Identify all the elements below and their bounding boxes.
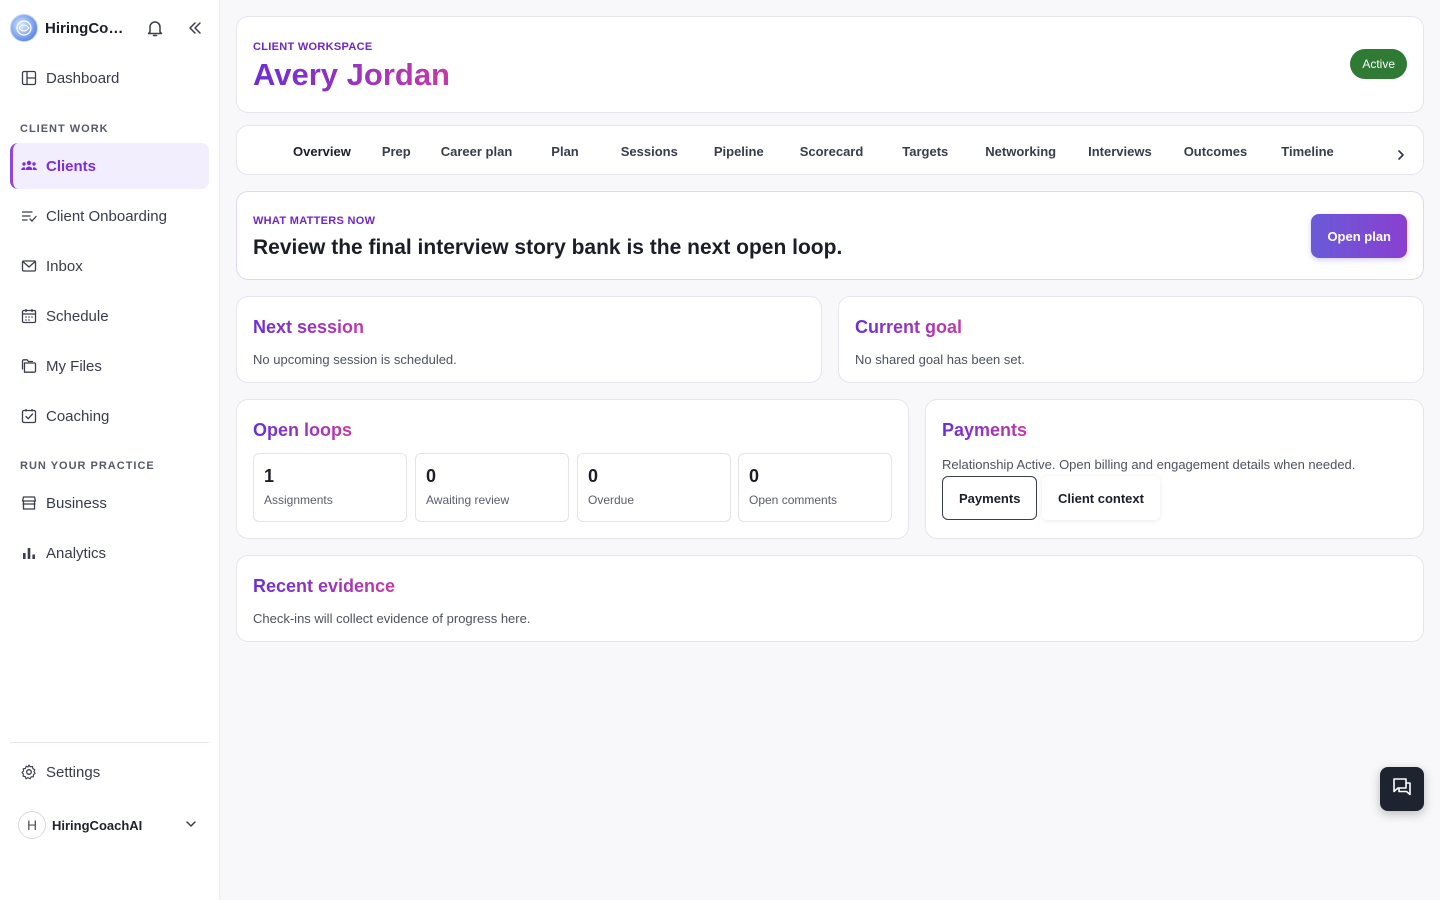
brand[interactable]: HiringCoachAI — [10, 13, 210, 43]
nav-my-files[interactable]: My Files — [10, 343, 209, 389]
stat-open-comments[interactable]: 0 Open comments — [738, 453, 892, 522]
bar-chart-icon — [20, 544, 38, 562]
nav-clients[interactable]: Clients — [10, 143, 209, 189]
mail-icon — [20, 257, 38, 275]
stat-awaiting-review[interactable]: 0 Awaiting review — [415, 453, 569, 522]
nav-coaching[interactable]: Coaching — [10, 393, 209, 439]
avatar: H — [18, 811, 46, 839]
current-goal-title: Current goal — [855, 317, 963, 337]
tab-pipeline[interactable]: Pipeline — [696, 126, 782, 174]
chat-icon — [1391, 776, 1413, 803]
nav-dashboard-label: Dashboard — [46, 69, 120, 87]
users-icon — [20, 157, 38, 175]
nav-settings-label: Settings — [46, 763, 101, 781]
nav-my-files-label: My Files — [46, 357, 102, 375]
section-client-work: CLIENT WORK — [20, 123, 109, 135]
store-icon — [20, 494, 38, 512]
folder-icon — [20, 357, 38, 375]
status-badge: Active — [1350, 49, 1407, 79]
stat-value: 0 — [426, 466, 437, 486]
recent-evidence-title: Recent evidence — [253, 576, 396, 596]
stat-assignments[interactable]: 1 Assignments — [253, 453, 407, 522]
tab-timeline[interactable]: Timeline — [1263, 126, 1352, 174]
sidebar: HiringCoachAI Dashboard CLIENT WORK Clie… — [0, 0, 220, 900]
chevron-right-icon[interactable] — [1391, 145, 1411, 165]
payments-button[interactable]: Payments — [942, 476, 1038, 520]
tab-targets[interactable]: Targets — [881, 126, 969, 174]
payments-text: Relationship Active. Open billing and en… — [942, 457, 1356, 472]
stat-label: Assignments — [264, 493, 333, 507]
matters-headline: Review the final interview story bank is… — [253, 236, 843, 259]
checklist-icon — [20, 207, 38, 225]
open-loops-title: Open loops — [253, 420, 352, 440]
nav-settings[interactable]: Settings — [10, 749, 209, 795]
nav-client-onboarding[interactable]: Client Onboarding — [10, 193, 209, 239]
tab-networking[interactable]: Networking — [969, 126, 1072, 174]
client-header-card: CLIENT WORKSPACE Avery Jordan Active — [236, 16, 1424, 113]
next-session-title: Next session — [253, 317, 365, 337]
stat-value: 1 — [264, 466, 275, 486]
current-goal-text: No shared goal has been set. — [855, 352, 1025, 367]
stat-label: Overdue — [588, 493, 635, 507]
stat-value: 0 — [588, 466, 599, 486]
nav-dashboard[interactable]: Dashboard — [10, 55, 209, 101]
nav-analytics-label: Analytics — [46, 544, 107, 562]
header-eyebrow: CLIENT WORKSPACE — [253, 41, 373, 53]
sidebar-divider — [10, 742, 209, 743]
recent-evidence-card: Recent evidence Check-ins will collect e… — [236, 555, 1424, 642]
brand-name: HiringCoachAI — [45, 19, 131, 37]
nav-clients-label: Clients — [46, 157, 97, 175]
nav-inbox-label: Inbox — [46, 257, 83, 275]
nav-business-label: Business — [46, 494, 107, 512]
payments-title: Payments — [942, 420, 1028, 440]
gear-icon — [20, 763, 38, 781]
bell-icon[interactable] — [145, 18, 165, 38]
tab-interviews[interactable]: Interviews — [1072, 126, 1168, 174]
tab-scorecard[interactable]: Scorecard — [782, 126, 882, 174]
next-session-card: Next session No upcoming session is sche… — [236, 296, 822, 383]
nav-client-onboarding-label: Client Onboarding — [46, 207, 167, 225]
open-loops-card: Open loops 1 Assignments 0 Awaiting revi… — [236, 399, 909, 539]
matters-eyebrow: WHAT MATTERS NOW — [253, 215, 376, 227]
nav-inbox[interactable]: Inbox — [10, 243, 209, 289]
payments-card: Payments Relationship Active. Open billi… — [925, 399, 1424, 539]
nav-analytics[interactable]: Analytics — [10, 530, 209, 576]
tab-outcomes[interactable]: Outcomes — [1168, 126, 1264, 174]
stat-value: 0 — [749, 466, 760, 486]
stat-label: Awaiting review — [426, 493, 510, 507]
stat-overdue[interactable]: 0 Overdue — [577, 453, 731, 522]
dashboard-icon — [20, 69, 38, 87]
nav-coaching-label: Coaching — [46, 407, 110, 425]
collapse-sidebar-icon[interactable] — [185, 18, 205, 38]
next-session-text: No upcoming session is scheduled. — [253, 352, 457, 367]
stat-label: Open comments — [749, 493, 838, 507]
nav-schedule-label: Schedule — [46, 307, 109, 325]
recent-evidence-text: Check-ins will collect evidence of progr… — [253, 611, 531, 626]
nav-business[interactable]: Business — [10, 480, 209, 526]
section-run-your-practice: RUN YOUR PRACTICE — [20, 460, 155, 472]
tab-bar: Overview Prep Career plan Plan Sessions … — [236, 125, 1424, 175]
tab-prep[interactable]: Prep — [367, 126, 426, 174]
brand-logo-icon — [10, 14, 38, 42]
current-goal-card: Current goal No shared goal has been set… — [838, 296, 1424, 383]
tab-overview[interactable]: Overview — [277, 126, 367, 174]
calendar-icon — [20, 307, 38, 325]
user-name: HiringCoachAI — [52, 817, 143, 833]
chevron-down-icon[interactable] — [183, 816, 199, 832]
tab-career-plan[interactable]: Career plan — [426, 126, 528, 174]
tab-plan[interactable]: Plan — [527, 126, 602, 174]
chat-button[interactable] — [1380, 767, 1424, 811]
what-matters-card: WHAT MATTERS NOW Review the final interv… — [236, 191, 1424, 280]
page-title: Avery Jordan — [253, 57, 450, 92]
user-menu[interactable]: H HiringCoachAI — [18, 810, 208, 840]
check-square-icon — [20, 407, 38, 425]
client-context-button[interactable]: Client context — [1042, 476, 1160, 520]
nav-schedule[interactable]: Schedule — [10, 293, 209, 339]
tab-sessions[interactable]: Sessions — [603, 126, 696, 174]
open-plan-button[interactable]: Open plan — [1311, 214, 1407, 258]
